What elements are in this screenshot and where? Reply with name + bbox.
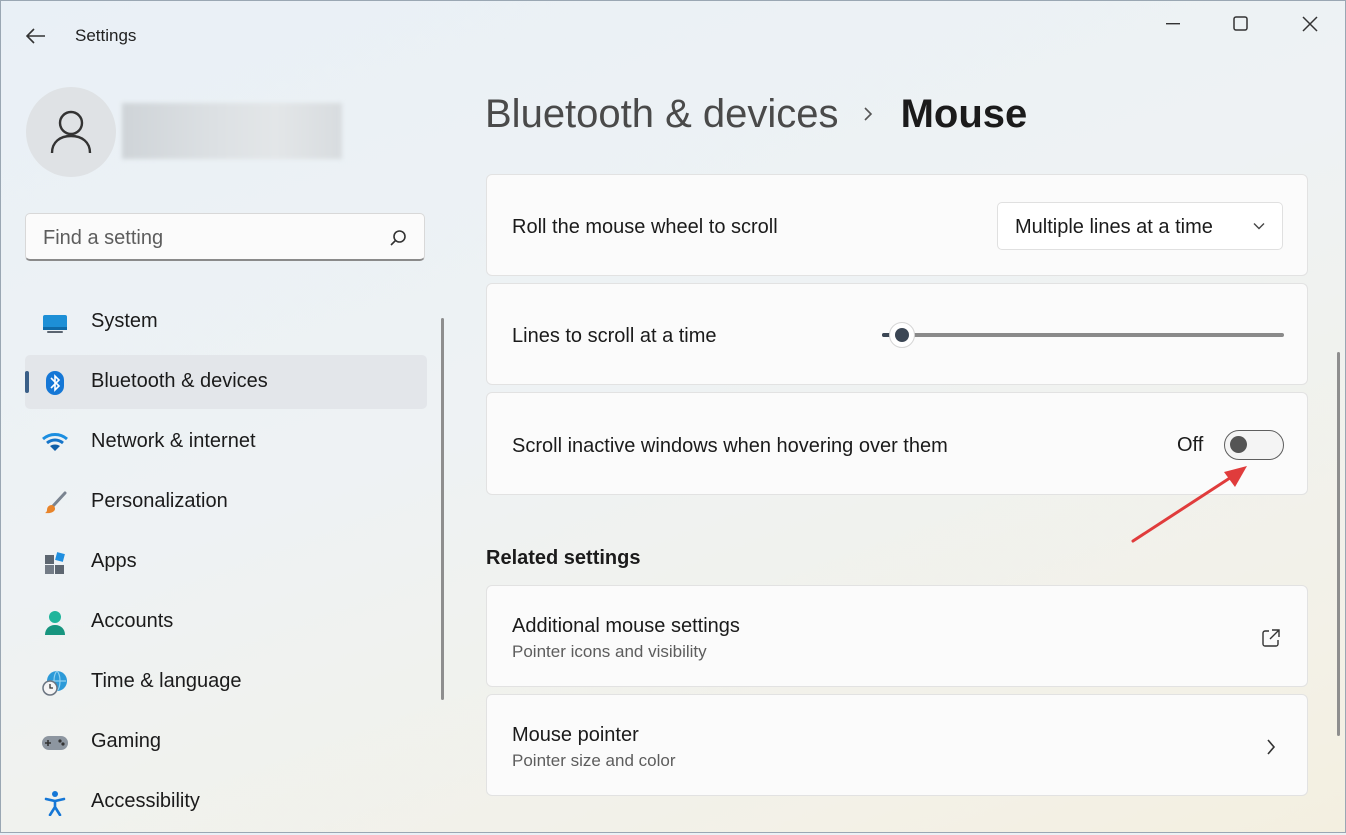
apps-icon [41,549,69,577]
sidebar-item-accounts[interactable]: Accounts [25,595,427,649]
chevron-right-icon [1259,735,1283,759]
toggle-state-text: Off [1177,434,1204,456]
gamepad-icon [41,729,69,757]
related-item-label: Mouse pointer [512,724,639,746]
setting-label: Roll the mouse wheel to scroll [512,216,778,238]
search-box[interactable] [25,213,425,261]
content-scrollbar[interactable] [1337,352,1340,736]
breadcrumb-parent[interactable]: Bluetooth & devices [485,92,839,137]
username-redacted [122,103,342,159]
scroll-mode-dropdown[interactable]: Multiple lines at a time [997,202,1283,250]
sidebar-item-personalization[interactable]: Personalization [25,475,427,529]
sidebar-item-label: System [91,310,158,332]
related-item-additional-mouse-settings[interactable]: Additional mouse settings Pointer icons … [486,585,1308,687]
sidebar-nav: System Bluetooth & devices Network & int… [25,295,427,835]
sidebar-item-label: Bluetooth & devices [91,370,268,392]
search-input[interactable] [41,224,375,252]
related-settings-heading: Related settings [486,547,641,569]
related-item-sub: Pointer icons and visibility [512,642,707,661]
sidebar-item-label: Personalization [91,490,228,512]
title-bar: Settings [0,0,1346,72]
scroll-inactive-toggle[interactable] [1224,430,1284,460]
wifi-icon [41,429,69,457]
related-item-sub: Pointer size and color [512,751,676,770]
setting-label: Lines to scroll at a time [512,325,717,347]
sidebar-item-label: Accounts [91,610,174,632]
person-icon [50,110,92,154]
sidebar-item-label: Gaming [91,730,162,752]
sidebar-item-apps[interactable]: Apps [25,535,427,589]
external-link-icon [1259,626,1283,650]
sidebar-scrollbar[interactable] [441,318,444,700]
dropdown-value: Multiple lines at a time [1015,216,1213,238]
close-icon [1302,16,1318,32]
sidebar-item-time-language[interactable]: Time & language [25,655,427,709]
sidebar-item-accessibility[interactable]: Accessibility [25,775,427,829]
page-title: Mouse [900,91,1028,136]
sidebar-item-system[interactable]: System [25,295,427,349]
sidebar-item-label: Network & internet [91,430,256,452]
bluetooth-icon [41,369,69,397]
chevron-down-icon [1253,223,1265,230]
sidebar-item-gaming[interactable]: Gaming [25,715,427,769]
back-button[interactable] [20,22,52,50]
accessibility-icon [41,789,69,817]
sidebar-item-bluetooth-devices[interactable]: Bluetooth & devices [25,355,427,409]
sidebar-item-label: Time & language [91,670,242,692]
related-item-mouse-pointer[interactable]: Mouse pointer Pointer size and color [486,694,1308,796]
app-title: Settings [75,26,137,45]
minimize-icon [1166,23,1180,25]
setting-card-scroll-inactive: Scroll inactive windows when hovering ov… [486,392,1308,495]
arrow-left-icon [26,28,45,44]
related-item-label: Additional mouse settings [512,615,740,637]
lines-to-scroll-slider[interactable] [882,322,1284,348]
globe-clock-icon [41,669,69,697]
toggle-knob [1230,436,1247,453]
close-button[interactable] [1287,8,1333,40]
account-icon [41,609,69,637]
minimize-button[interactable] [1150,8,1196,40]
breadcrumb: Bluetooth & devices Mouse [485,86,1027,142]
setting-label: Scroll inactive windows when hovering ov… [512,435,948,457]
setting-card-scroll-wheel: Roll the mouse wheel to scroll Multiple … [486,174,1308,276]
brush-icon [41,489,69,517]
setting-card-lines-to-scroll: Lines to scroll at a time [486,283,1308,385]
slider-track [882,333,1284,337]
maximize-button[interactable] [1218,8,1264,40]
avatar[interactable] [26,87,116,177]
maximize-icon [1233,16,1248,31]
sidebar-item-label: Accessibility [91,790,200,812]
sidebar-item-label: Apps [91,550,137,572]
monitor-icon [41,309,69,337]
search-icon[interactable] [388,228,408,248]
slider-thumb[interactable] [889,322,915,348]
sidebar-item-network[interactable]: Network & internet [25,415,427,469]
chevron-right-icon [863,105,877,123]
